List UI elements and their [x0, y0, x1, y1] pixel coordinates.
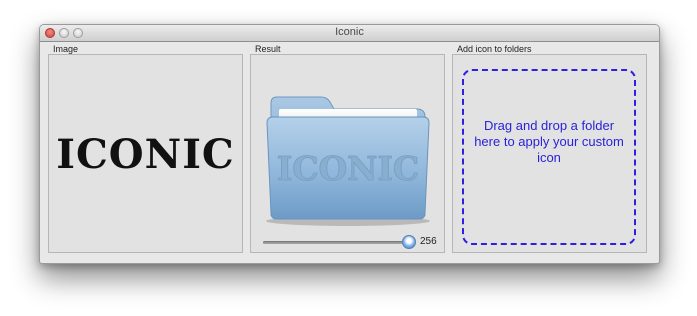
folder-embossed-text: ICONIC	[277, 149, 419, 188]
size-value: 256	[420, 236, 437, 247]
folder-drop-zone[interactable]: Drag and drop a folder here to apply you…	[462, 69, 636, 245]
image-section-label: Image	[53, 44, 79, 54]
image-preview-text: ICONIC	[56, 131, 235, 178]
result-panel: ICONIC 256	[250, 54, 445, 253]
result-section-label: Result	[255, 44, 281, 54]
app-window: Iconic Image Result Add icon to folders …	[39, 24, 660, 264]
add-icon-section-label: Add icon to folders	[457, 44, 532, 54]
image-well[interactable]: ICONIC	[48, 54, 243, 253]
size-slider-thumb[interactable]	[402, 235, 416, 249]
add-icon-panel: Drag and drop a folder here to apply you…	[452, 54, 647, 253]
title-bar[interactable]: Iconic	[40, 25, 659, 42]
folder-icon: ICONIC	[266, 96, 430, 226]
drop-instructions: Drag and drop a folder here to apply you…	[474, 118, 624, 165]
window-title: Iconic	[335, 26, 364, 38]
size-slider-track[interactable]	[263, 241, 409, 244]
